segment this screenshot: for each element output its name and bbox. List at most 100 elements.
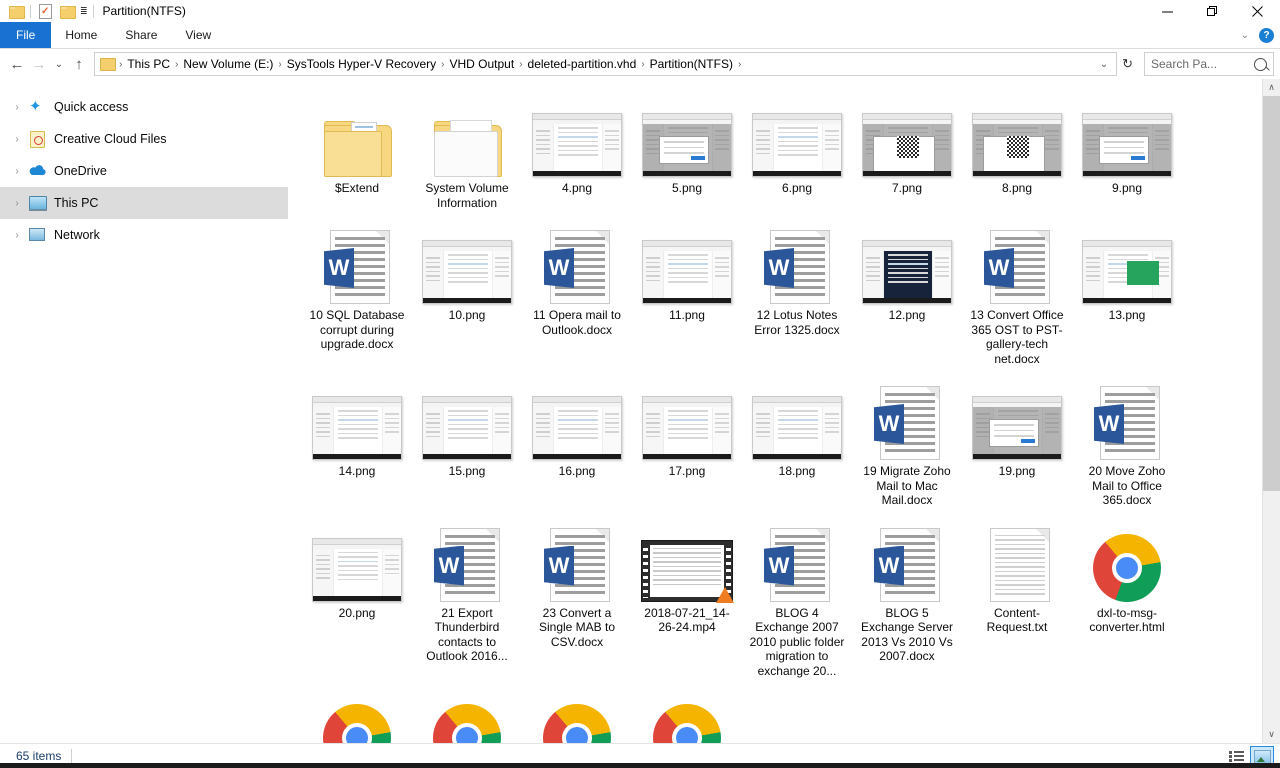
word-document-icon: W: [544, 527, 610, 602]
file-item[interactable]: [852, 682, 962, 743]
file-item[interactable]: $Extend: [302, 87, 412, 214]
restore-button[interactable]: [1190, 0, 1235, 22]
breadcrumb-item-vhd-output[interactable]: VHD Output: [445, 57, 518, 71]
file-item[interactable]: 12.png: [852, 214, 962, 370]
chevron-down-icon[interactable]: ⌄: [1241, 30, 1249, 41]
tab-view[interactable]: View: [171, 22, 225, 48]
chrome-html-icon: [433, 704, 501, 743]
file-item[interactable]: 9.png: [1072, 87, 1182, 214]
file-thumbnail: [854, 688, 960, 743]
breadcrumb[interactable]: › This PC › New Volume (E:) › SysTools H…: [94, 52, 1118, 76]
sidebar-item-label: Network: [54, 228, 100, 242]
file-list-pane[interactable]: $Extend System Volume Information 4.png 5.p…: [288, 79, 1280, 743]
file-item[interactable]: W 10 SQL Database corrupt during upgrade.…: [302, 214, 412, 370]
file-item[interactable]: Content-Request.txt: [962, 512, 1072, 683]
sidebar-item-this-pc[interactable]: › This PC: [0, 187, 288, 219]
file-item[interactable]: 16.png: [522, 370, 632, 512]
file-item[interactable]: 18.png: [742, 370, 852, 512]
file-item[interactable]: e01-viewer.html: [412, 682, 522, 743]
breadcrumb-item-systools[interactable]: SysTools Hyper-V Recovery: [283, 57, 440, 71]
expander-icon[interactable]: ›: [6, 198, 28, 209]
file-item[interactable]: W BLOG 5 Exchange Server 2013 Vs 2010 Vs …: [852, 512, 962, 683]
minimize-button[interactable]: [1145, 0, 1190, 22]
file-item[interactable]: [1072, 682, 1182, 743]
file-item[interactable]: 2018-07-21_14-26-24.mp4: [632, 512, 742, 683]
file-item[interactable]: W 12 Lotus Notes Error 1325.docx: [742, 214, 852, 370]
chrome-html-icon: [1093, 533, 1161, 602]
recent-locations-button[interactable]: ⌄: [50, 52, 68, 76]
file-thumbnail: [634, 688, 740, 743]
help-icon[interactable]: ?: [1259, 27, 1274, 43]
refresh-button[interactable]: ↻: [1117, 56, 1138, 72]
file-item[interactable]: [962, 682, 1072, 743]
expander-icon[interactable]: ›: [6, 230, 28, 241]
file-item[interactable]: 6.png: [742, 87, 852, 214]
file-item[interactable]: 7.png: [852, 87, 962, 214]
scroll-down-button[interactable]: ∨: [1263, 726, 1280, 743]
file-item[interactable]: 19.png: [962, 370, 1072, 512]
file-item[interactable]: dxl-to-pdf-converter.html: [302, 682, 412, 743]
file-item[interactable]: W 19 Migrate Zoho Mail to Mac Mail.docx: [852, 370, 962, 512]
up-button[interactable]: ↑: [68, 52, 90, 76]
breadcrumb-item-deleted-partition[interactable]: deleted-partition.vhd: [524, 57, 641, 71]
file-thumbnail: [964, 688, 1070, 743]
vertical-scrollbar[interactable]: ∧ ∨: [1262, 79, 1280, 743]
file-thumbnail: W: [414, 518, 520, 602]
back-button[interactable]: ←: [6, 52, 28, 76]
breadcrumb-item-new-volume[interactable]: New Volume (E:): [179, 57, 277, 71]
close-button[interactable]: [1235, 0, 1280, 22]
navigation-pane: › ✦ Quick access › Creative Cloud Files …: [0, 79, 288, 743]
forward-button[interactable]: →: [28, 52, 50, 76]
file-item[interactable]: 4.png: [522, 87, 632, 214]
properties-icon[interactable]: ✓: [37, 3, 53, 19]
file-item[interactable]: W 21 Export Thunderbird contacts to Outlo…: [412, 512, 522, 683]
sidebar-item-network[interactable]: › Network: [0, 219, 288, 251]
file-item[interactable]: 5.png: [632, 87, 742, 214]
search-input[interactable]: Search Pa...: [1144, 52, 1274, 76]
sidebar-item-onedrive[interactable]: › OneDrive: [0, 155, 288, 187]
scroll-up-button[interactable]: ∧: [1263, 79, 1280, 96]
network-icon: [28, 226, 46, 244]
sidebar-item-creative-cloud-files[interactable]: › Creative Cloud Files: [0, 123, 288, 155]
file-item[interactable]: W 20 Move Zoho Mail to Office 365.docx: [1072, 370, 1182, 512]
file-item[interactable]: e01-viewer1.html: [522, 682, 632, 743]
breadcrumb-item-partition[interactable]: Partition(NTFS): [646, 57, 737, 71]
expander-icon[interactable]: ›: [6, 102, 28, 113]
new-folder-icon[interactable]: [59, 3, 76, 19]
file-item[interactable]: [742, 682, 852, 743]
chrome-html-icon: [543, 704, 611, 743]
file-item[interactable]: 11.png: [632, 214, 742, 370]
file-item[interactable]: 20.png: [302, 512, 412, 683]
file-thumbnail: W: [1074, 376, 1180, 460]
tab-file[interactable]: File: [0, 22, 52, 48]
breadcrumb-item-this-pc[interactable]: This PC: [123, 57, 174, 71]
file-item[interactable]: 17.png: [632, 370, 742, 512]
tab-home[interactable]: Home: [51, 22, 111, 48]
file-thumbnail: [744, 688, 850, 743]
file-name-label: 10.png: [448, 308, 486, 322]
file-item[interactable]: dxl-to-msg-converter.html: [1072, 512, 1182, 683]
scrollbar-thumb[interactable]: [1263, 96, 1280, 491]
file-item[interactable]: 15.png: [412, 370, 522, 512]
file-item[interactable]: 14.png: [302, 370, 412, 512]
expander-icon[interactable]: ›: [6, 134, 28, 145]
address-dropdown-icon[interactable]: ⌄: [1094, 59, 1114, 70]
qat-divider-2: [92, 4, 94, 18]
file-item[interactable]: e01-viewer-new.html: [632, 682, 742, 743]
file-item[interactable]: System Volume Information: [412, 87, 522, 214]
file-name-label: 15.png: [448, 464, 486, 478]
qat-dropdown-icon[interactable]: ≣: [80, 6, 88, 17]
file-thumbnail: [304, 93, 410, 177]
tab-share[interactable]: Share: [111, 22, 171, 48]
file-item[interactable]: W 13 Convert Office 365 OST to PST-galler…: [962, 214, 1072, 370]
file-name-label: 11.png: [669, 308, 705, 322]
file-item[interactable]: W 23 Convert a Single MAB to CSV.docx: [522, 512, 632, 683]
expander-icon[interactable]: ›: [6, 166, 28, 177]
file-item[interactable]: 13.png: [1072, 214, 1182, 370]
file-item[interactable]: W BLOG 4 Exchange 2007 2010 public folder…: [742, 512, 852, 683]
sidebar-item-quick-access[interactable]: › ✦ Quick access: [0, 91, 288, 123]
file-item[interactable]: W 11 Opera mail to Outlook.docx: [522, 214, 632, 370]
folder-icon[interactable]: [8, 3, 25, 19]
file-item[interactable]: 8.png: [962, 87, 1072, 214]
file-item[interactable]: 10.png: [412, 214, 522, 370]
